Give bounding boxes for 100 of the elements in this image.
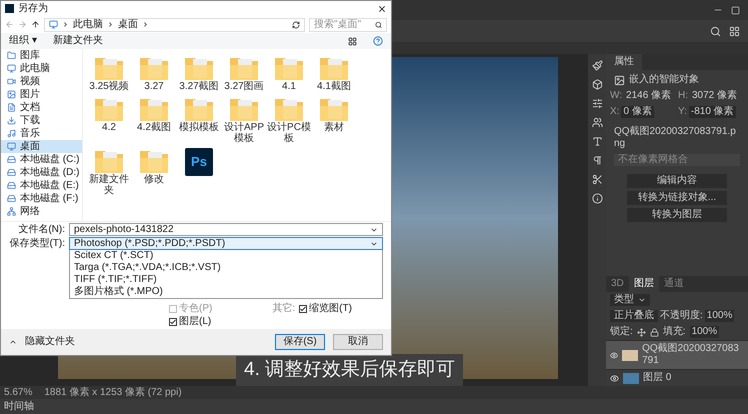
checkbox-label: 专色(P) [179, 303, 212, 315]
computer-icon [7, 64, 16, 73]
panel-tab[interactable]: 3D [606, 276, 629, 292]
file-name[interactable]: 3.25视频 [89, 81, 129, 92]
sidebar-item[interactable]: 本地磁盘 (F:) [1, 192, 82, 205]
up-icon[interactable] [31, 20, 40, 29]
checkbox[interactable] [169, 305, 177, 313]
file-name[interactable]: 4.2截图 [137, 122, 171, 133]
file-name[interactable]: 素材 [324, 122, 344, 133]
sliders-icon[interactable] [592, 98, 602, 109]
sidebar-item[interactable]: 网络 [1, 205, 82, 218]
file-name[interactable]: 新建文件夹 [87, 174, 131, 196]
scissors-icon[interactable] [592, 174, 602, 185]
search-icon[interactable] [710, 26, 721, 36]
brush-icon[interactable] [592, 60, 602, 71]
fill-field[interactable]: 100% [690, 326, 720, 338]
close-icon[interactable] [377, 4, 387, 14]
path-segment[interactable]: 此电脑 [73, 18, 103, 30]
people-icon[interactable] [592, 117, 602, 128]
dialog-button[interactable]: 取消 [333, 334, 383, 350]
help-icon[interactable] [373, 36, 383, 46]
file-name[interactable]: 4.1截图 [317, 81, 351, 92]
file-name[interactable]: 3.27截图 [179, 81, 219, 92]
checkbox-label: 图层(L) [179, 316, 212, 328]
list-option[interactable]: 多图片格式 (*.MPO) [70, 286, 382, 298]
picture-icon [7, 90, 16, 99]
lock-icon[interactable] [650, 328, 659, 336]
move-icon[interactable] [636, 328, 646, 336]
dimension-field[interactable]: 0 像素 [621, 106, 654, 118]
toolbar-button[interactable]: 组织 ▾ [9, 35, 37, 47]
sidebar-item[interactable]: 桌面 [1, 140, 82, 153]
list-option[interactable]: Scitex CT (*.SCT) [70, 250, 382, 262]
panel-tab[interactable]: 属性 [606, 54, 642, 70]
paragraph-icon[interactable] [592, 155, 602, 166]
file-type-dropdown[interactable]: Photoshop (*.PSD;*.PDD;*.PSDT) [69, 237, 383, 250]
view-icon[interactable] [348, 36, 357, 46]
dialog-button[interactable]: 保存(S) [275, 334, 325, 350]
workspace-icon[interactable] [729, 26, 740, 36]
checkbox[interactable] [169, 318, 177, 326]
toolbar-button[interactable]: 新建文件夹 [52, 35, 103, 47]
cube-icon[interactable] [592, 79, 602, 90]
sidebar-item[interactable]: 本地磁盘 (D:) [1, 166, 82, 179]
file-name[interactable]: 修改 [144, 174, 164, 185]
file-name[interactable]: 3.27图画 [224, 81, 264, 92]
file-name[interactable]: 3.27 [144, 81, 164, 92]
file-name[interactable]: 模拟模板 [179, 122, 219, 133]
folder-icon [7, 51, 16, 60]
field-label: H: [678, 90, 688, 102]
drive-icon [7, 155, 16, 164]
filter-dropdown[interactable]: 类型 [610, 294, 650, 306]
file-name[interactable]: 4.1 [282, 81, 296, 92]
sidebar-item[interactable]: 此电脑 [1, 62, 82, 75]
blend-mode-dropdown[interactable]: 正片叠底 [610, 310, 658, 322]
info-icon[interactable] [592, 193, 602, 204]
layer-row[interactable]: QQ截图20200327083791 [606, 340, 748, 369]
fill-label: 填充: [662, 326, 686, 338]
video-icon [7, 77, 16, 86]
refresh-icon[interactable] [292, 20, 300, 28]
sidebar-item[interactable]: 图库 [1, 49, 82, 62]
app-icon [5, 4, 14, 13]
search-field[interactable]: 搜索"桌面" [309, 18, 387, 32]
sidebar-item[interactable]: 音乐 [1, 127, 82, 140]
opacity-field[interactable]: 100% [704, 310, 734, 322]
folder-icon [319, 55, 349, 81]
collapse-icon[interactable] [9, 338, 17, 346]
address-bar[interactable]: 此电脑 桌面 [44, 18, 305, 32]
visibility-icon[interactable] [610, 350, 618, 360]
list-option[interactable]: Targa (*.TGA;*.VDA;*.ICB;*.VST) [70, 262, 382, 274]
list-option[interactable]: TIFF (*.TIF;*.TIFF) [70, 274, 382, 286]
file-name[interactable]: 设计PC模板 [267, 122, 311, 144]
dimension-field[interactable]: 3072 像素 [690, 90, 740, 102]
restore-icon[interactable] [731, 6, 740, 14]
sidebar-item[interactable]: 图片 [1, 88, 82, 101]
dimension-field[interactable]: -810 像素 [688, 106, 736, 118]
visibility-icon[interactable] [610, 374, 619, 382]
folder-icon [319, 96, 349, 122]
path-segment[interactable]: 桌面 [118, 18, 138, 30]
panel-button[interactable]: 转换为图层 [627, 208, 727, 222]
panel-button[interactable]: 转换为链接对象... [627, 191, 727, 205]
sidebar-item[interactable]: 视频 [1, 75, 82, 88]
file-name[interactable]: 设计APP模板 [222, 122, 266, 144]
check-icon [300, 306, 306, 312]
panel-tab[interactable]: 通道 [658, 276, 689, 292]
checkbox[interactable] [299, 305, 308, 313]
dimension-field[interactable]: 2146 像素 [624, 90, 674, 102]
timeline-tab[interactable]: 时间轴 [4, 399, 34, 414]
panel-tab[interactable]: 图层 [628, 276, 659, 292]
field-label: 保存类型(T): [9, 237, 65, 250]
sidebar-item[interactable]: 下载 [1, 114, 82, 127]
hide-folders-link[interactable]: 隐藏文件夹 [25, 336, 75, 348]
text-icon[interactable] [592, 136, 602, 147]
filename-field[interactable]: pexels-photo-1431822 [69, 223, 383, 236]
sidebar-item[interactable]: 本地磁盘 (E:) [1, 179, 82, 192]
lock-label: 锁定: [610, 326, 633, 338]
file-name[interactable]: 4.2 [102, 122, 116, 133]
sidebar-item[interactable]: 文档 [1, 101, 82, 114]
panel-button[interactable]: 编辑内容 [627, 174, 727, 188]
folder-icon [94, 96, 124, 122]
sidebar-item[interactable]: 本地磁盘 (C:) [1, 153, 82, 166]
folder-icon [229, 55, 259, 81]
